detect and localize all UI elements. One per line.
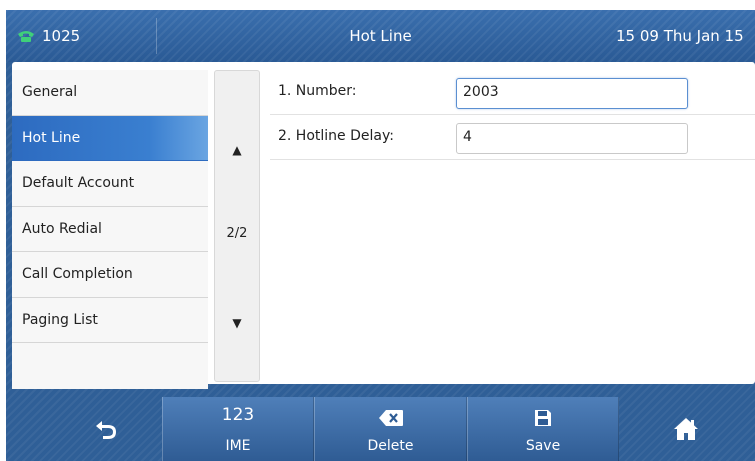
setting-row-number: 1. Number: 2003 xyxy=(270,70,755,115)
page-indicator: 2/2 xyxy=(226,226,248,241)
delete-button[interactable]: Delete xyxy=(314,397,467,461)
menu-empty-slot xyxy=(12,343,208,389)
feature-menu: General Hot Line Default Account Auto Re… xyxy=(12,70,208,389)
content-panel: General Hot Line Default Account Auto Re… xyxy=(12,62,755,389)
hotline-delay-field[interactable]: 4 xyxy=(456,123,688,154)
menu-item-hot-line[interactable]: Hot Line xyxy=(12,115,208,161)
page-up-icon[interactable]: ▲ xyxy=(215,143,259,157)
menu-item-auto-redial[interactable]: Auto Redial xyxy=(12,206,208,252)
floppy-disk-icon xyxy=(534,409,552,431)
date-time: 15 09 Thu Jan 15 xyxy=(616,27,744,45)
hotline-delay-label: 2. Hotline Delay: xyxy=(278,128,394,144)
ime-button[interactable]: 123 IME xyxy=(162,397,314,461)
settings-list: 1. Number: 2003 2. Hotline Delay: 4 xyxy=(270,70,755,160)
delete-label: Delete xyxy=(367,438,414,454)
ime-label: IME xyxy=(225,438,251,454)
save-label: Save xyxy=(525,438,561,454)
menu-item-call-completion[interactable]: Call Completion xyxy=(12,252,208,298)
menu-item-default-account[interactable]: Default Account xyxy=(12,161,208,207)
menu-pager: ▲ 2/2 ▼ xyxy=(214,70,260,382)
home-icon xyxy=(673,417,699,445)
status-bar: 1025 Hot Line 15 09 Thu Jan 15 xyxy=(6,10,755,62)
softkey-bar: 123 IME Delete Save xyxy=(6,390,755,461)
ime-mode-text: 123 xyxy=(221,405,255,425)
save-button[interactable]: Save xyxy=(467,397,619,461)
back-button[interactable] xyxy=(66,397,146,461)
home-button[interactable] xyxy=(646,397,726,461)
menu-item-paging-list[interactable]: Paging List xyxy=(12,297,208,343)
number-label: 1. Number: xyxy=(278,83,357,99)
phone-screen: 1025 Hot Line 15 09 Thu Jan 15 General H… xyxy=(6,10,755,461)
backspace-icon xyxy=(378,409,404,431)
menu-item-general[interactable]: General xyxy=(12,70,208,116)
back-arrow-icon xyxy=(94,419,118,443)
setting-row-hotline-delay: 2. Hotline Delay: 4 xyxy=(270,115,755,160)
number-field[interactable]: 2003 xyxy=(456,78,688,109)
page-down-icon[interactable]: ▼ xyxy=(215,316,259,330)
